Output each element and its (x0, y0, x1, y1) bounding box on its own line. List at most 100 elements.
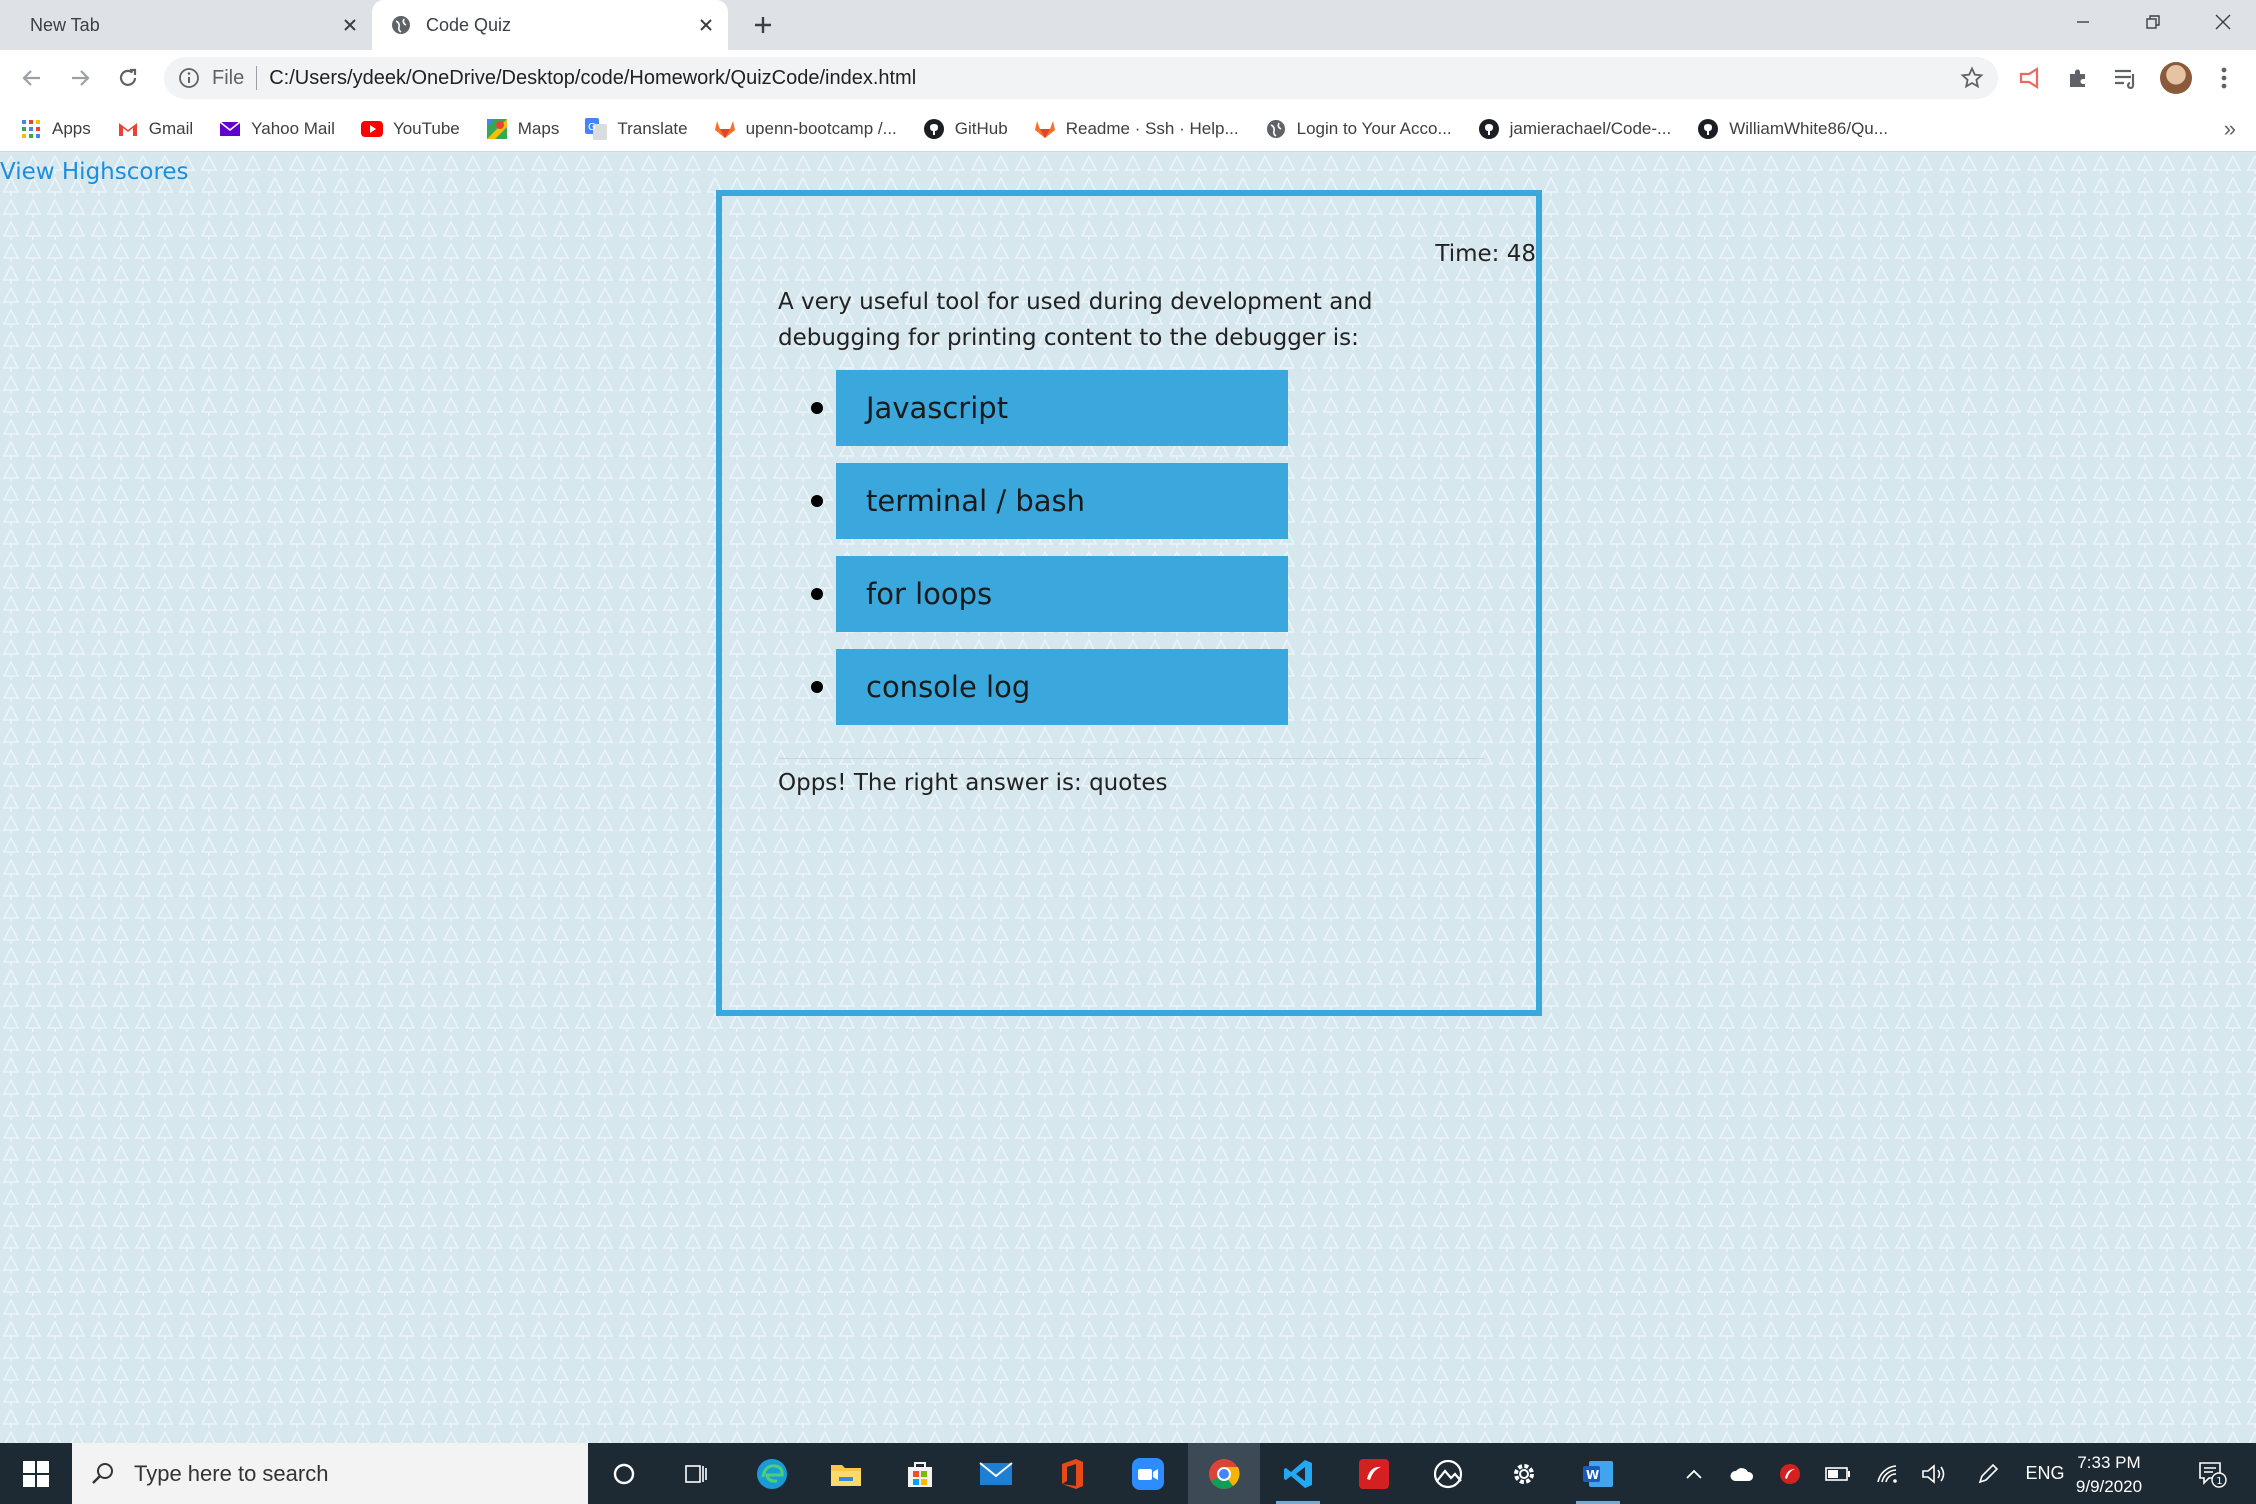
photos-icon (1433, 1459, 1463, 1488)
address-bar[interactable]: File C:/Users/ydeek/OneDrive/Desktop/cod… (164, 57, 1998, 99)
svg-text:G: G (588, 122, 596, 133)
action-center-button[interactable]: 1 (2186, 1443, 2238, 1504)
notification-count: 1 (2216, 1476, 2222, 1487)
view-highscores-link[interactable]: View Highscores (0, 159, 189, 185)
wifi-tray-icon[interactable] (1870, 1443, 1906, 1504)
bullet (811, 588, 823, 600)
mail-app[interactable] (960, 1443, 1032, 1504)
bookmark-github[interactable]: GitHub (923, 118, 1008, 140)
tab-code-quiz[interactable]: Code Quiz (372, 0, 728, 50)
zoom-icon (1132, 1457, 1164, 1490)
bookmarks-overflow-button[interactable]: » (2224, 116, 2236, 142)
notification-icon: 1 (2199, 1461, 2227, 1488)
gear-icon (1514, 1463, 1534, 1484)
tray-overflow-button[interactable] (1676, 1443, 1712, 1504)
bookmark-label: upenn-bootcamp /... (745, 118, 897, 138)
task-view-button[interactable] (660, 1443, 732, 1504)
antivirus-app[interactable] (1338, 1443, 1410, 1504)
svg-text:W: W (1586, 1468, 1599, 1482)
yahoo-mail-icon (219, 118, 241, 140)
bookmark-translate[interactable]: G Translate (585, 117, 688, 140)
file-explorer-icon (831, 1464, 861, 1486)
reading-list-icon[interactable] (2112, 64, 2140, 92)
close-tab-icon[interactable] (692, 11, 720, 39)
page-viewport: View Highscores Time: 48 A very useful t… (0, 153, 2256, 1443)
profile-avatar[interactable] (2160, 62, 2192, 94)
word-icon: W (1583, 1460, 1613, 1487)
bookmark-apps[interactable]: Apps (20, 118, 91, 140)
bookmark-star-icon[interactable] (1960, 66, 1984, 90)
file-explorer-app[interactable] (810, 1443, 882, 1504)
pen-tray-icon[interactable] (1970, 1443, 2006, 1504)
bookmark-gmail[interactable]: Gmail (117, 118, 193, 140)
chrome-app[interactable] (1188, 1443, 1260, 1504)
back-arrow-icon (22, 70, 40, 86)
reload-button[interactable] (110, 60, 146, 96)
office-icon (1062, 1458, 1083, 1489)
system-clock[interactable]: 7:33 PM 9/9/2020 (2054, 1451, 2164, 1499)
edge-app[interactable] (736, 1443, 808, 1504)
url-text[interactable]: C:/Users/ydeek/OneDrive/Desktop/code/Hom… (269, 67, 916, 90)
bookmark-readme-ssh-help[interactable]: Readme · Ssh · Help... (1034, 118, 1239, 140)
answer-button-4[interactable]: console log (836, 649, 1288, 725)
youtube-icon (360, 118, 383, 140)
back-button[interactable] (14, 60, 50, 96)
office-app[interactable] (1036, 1443, 1108, 1504)
task-view-icon (685, 1464, 707, 1483)
answer-button-2[interactable]: terminal / bash (836, 463, 1288, 539)
bookmark-maps[interactable]: Maps (486, 118, 559, 140)
menu-kebab-icon[interactable] (2210, 64, 2238, 92)
antivirus-icon (1780, 1463, 1800, 1484)
cortana-icon (613, 1463, 635, 1484)
browser-toolbar: File C:/Users/ydeek/OneDrive/Desktop/cod… (0, 50, 2256, 106)
store-icon (908, 1461, 932, 1487)
answer-button-3[interactable]: for loops (836, 556, 1288, 632)
restore-button[interactable] (2120, 0, 2186, 44)
bookmark-williamwhite86[interactable]: WilliamWhite86/Qu... (1697, 118, 1888, 140)
bookmark-youtube[interactable]: YouTube (360, 118, 460, 140)
zoom-app[interactable] (1112, 1443, 1184, 1504)
extension-screencast-icon[interactable] (2016, 64, 2044, 92)
volume-tray-icon[interactable] (1916, 1443, 1952, 1504)
antivirus-tray-icon[interactable] (1772, 1443, 1808, 1504)
forward-button[interactable] (62, 60, 98, 96)
divider (256, 66, 258, 90)
new-tab-button[interactable] (748, 10, 778, 40)
onedrive-tray-icon[interactable] (1724, 1443, 1760, 1504)
bookmark-label: WilliamWhite86/Qu... (1729, 118, 1888, 138)
edge-icon (757, 1458, 787, 1489)
translate-icon: G (585, 117, 608, 140)
minimize-button[interactable] (2050, 0, 2116, 44)
forward-arrow-icon (72, 70, 90, 86)
bookmark-label: GitHub (954, 118, 1008, 138)
bookmark-jamierachael[interactable]: jamierachael/Code-... (1478, 118, 1672, 140)
settings-app[interactable] (1488, 1443, 1560, 1504)
extensions-puzzle-icon[interactable] (2064, 64, 2092, 92)
close-window-button[interactable] (2190, 0, 2256, 44)
close-tab-icon[interactable] (336, 11, 364, 39)
pen-icon (1978, 1463, 1999, 1483)
photos-app[interactable] (1412, 1443, 1484, 1504)
bookmarks-bar: Apps Gmail Yahoo Mail YouTube Maps G Tra… (0, 106, 2256, 152)
cortana-button[interactable] (588, 1443, 660, 1504)
battery-tray-icon[interactable] (1820, 1443, 1856, 1504)
info-icon[interactable] (178, 67, 200, 89)
bookmark-login-account[interactable]: Login to Your Acco... (1265, 118, 1452, 140)
bullet (811, 402, 823, 414)
bookmark-upenn-bootcamp[interactable]: upenn-bootcamp /... (714, 118, 897, 140)
taskbar-search-box[interactable]: Type here to search (72, 1443, 588, 1504)
plus-icon (755, 17, 771, 33)
tab-new-tab[interactable]: New Tab (12, 0, 372, 50)
word-app[interactable]: W (1562, 1443, 1634, 1504)
windows-logo-icon (23, 1460, 49, 1487)
clock-time: 7:33 PM (2077, 1453, 2141, 1472)
tab-title: Code Quiz (426, 14, 512, 35)
vscode-app[interactable] (1262, 1443, 1334, 1504)
gmail-icon (117, 118, 139, 140)
store-app[interactable] (884, 1443, 956, 1504)
globe-icon (392, 16, 410, 34)
start-button[interactable] (0, 1443, 72, 1504)
answer-button-1[interactable]: Javascript (836, 370, 1288, 446)
bookmark-label: jamierachael/Code-... (1509, 118, 1672, 138)
bookmark-yahoo-mail[interactable]: Yahoo Mail (219, 118, 335, 140)
